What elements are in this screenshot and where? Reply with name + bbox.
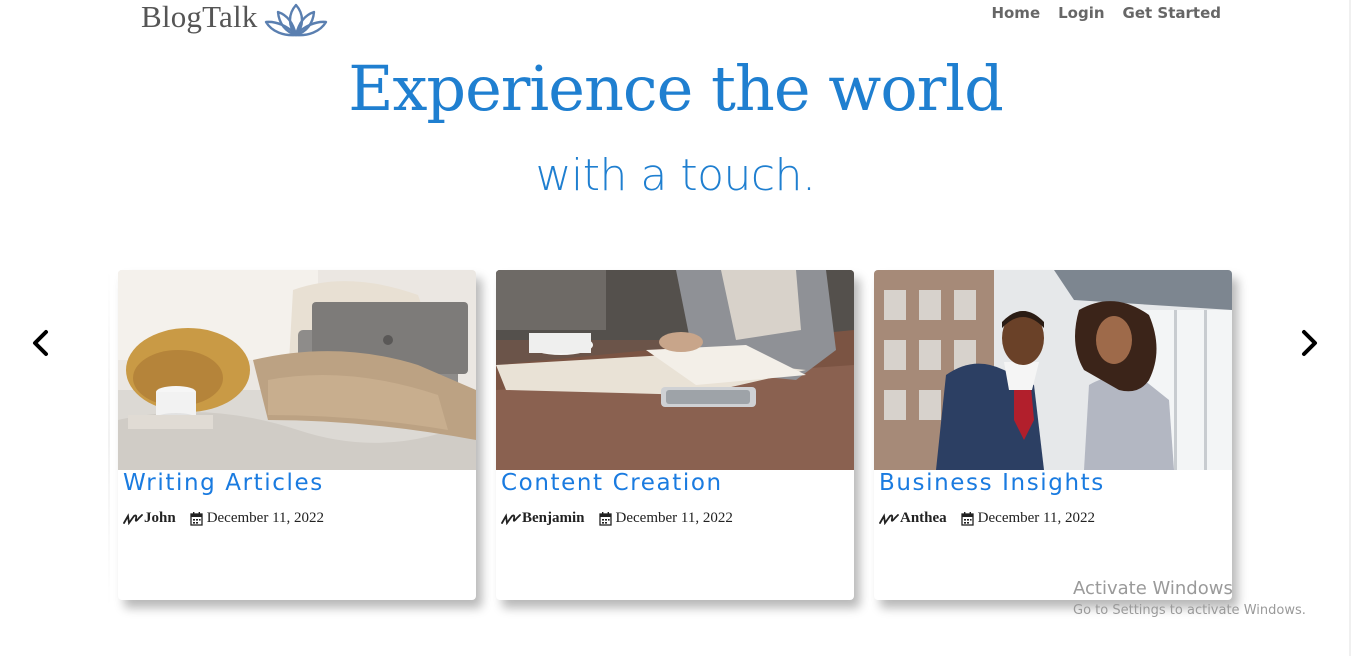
card-date: December 11, 2022	[615, 510, 733, 526]
blog-card[interactable]: Business Insights Anthea December 11, 20…	[874, 270, 1232, 600]
card-title[interactable]: Business Insights	[879, 470, 1105, 496]
lotus-icon	[264, 3, 327, 37]
watermark-title: Activate Windows	[1073, 578, 1233, 599]
brand-name: BlogTalk	[141, 0, 258, 34]
hero-subtitle: with a touch.	[535, 150, 816, 201]
hero-title: Experience the world	[348, 52, 1004, 125]
carousel-edge	[108, 270, 110, 608]
page: BlogTalk Home Login Get Started Experien…	[0, 0, 1351, 656]
nav-home[interactable]: Home	[991, 4, 1040, 22]
chevron-right-icon	[1302, 330, 1317, 356]
card-meta: Benjamin December 11, 2022	[501, 510, 733, 527]
nav-get-started[interactable]: Get Started	[1123, 4, 1221, 22]
card-image	[496, 270, 854, 470]
card-title[interactable]: Writing Articles	[123, 470, 324, 496]
card-image	[874, 270, 1232, 470]
signature-icon	[879, 512, 899, 525]
activation-watermark: Activate Windows Go to Settings to activ…	[1073, 578, 1306, 618]
card-author: John	[144, 510, 176, 526]
blog-card[interactable]: Writing Articles John December 11, 2022	[118, 270, 476, 600]
card-author: Anthea	[900, 510, 947, 526]
card-date: December 11, 2022	[977, 510, 1095, 526]
card-date: December 11, 2022	[206, 510, 325, 526]
main-nav: Home Login Get Started	[991, 4, 1221, 22]
watermark-subtitle: Go to Settings to activate Windows.	[1073, 603, 1306, 618]
calendar-icon	[598, 511, 612, 526]
card-meta: John December 11, 2022	[123, 510, 324, 527]
signature-icon	[123, 512, 143, 525]
calendar-icon	[190, 511, 203, 526]
card-meta: Anthea December 11, 2022	[879, 510, 1095, 527]
nav-login[interactable]: Login	[1058, 4, 1104, 22]
brand-logo-link[interactable]: BlogTalk	[141, 0, 328, 38]
carousel-prev-button[interactable]	[27, 328, 55, 358]
blog-card[interactable]: Content Creation Benjamin December 11, 2…	[496, 270, 854, 600]
chevron-left-icon	[33, 330, 48, 356]
card-title[interactable]: Content Creation	[501, 470, 723, 496]
card-image	[118, 270, 476, 470]
signature-icon	[501, 512, 521, 525]
card-author: Benjamin	[522, 510, 585, 526]
carousel-next-button[interactable]	[1295, 328, 1323, 358]
calendar-icon	[961, 511, 974, 526]
